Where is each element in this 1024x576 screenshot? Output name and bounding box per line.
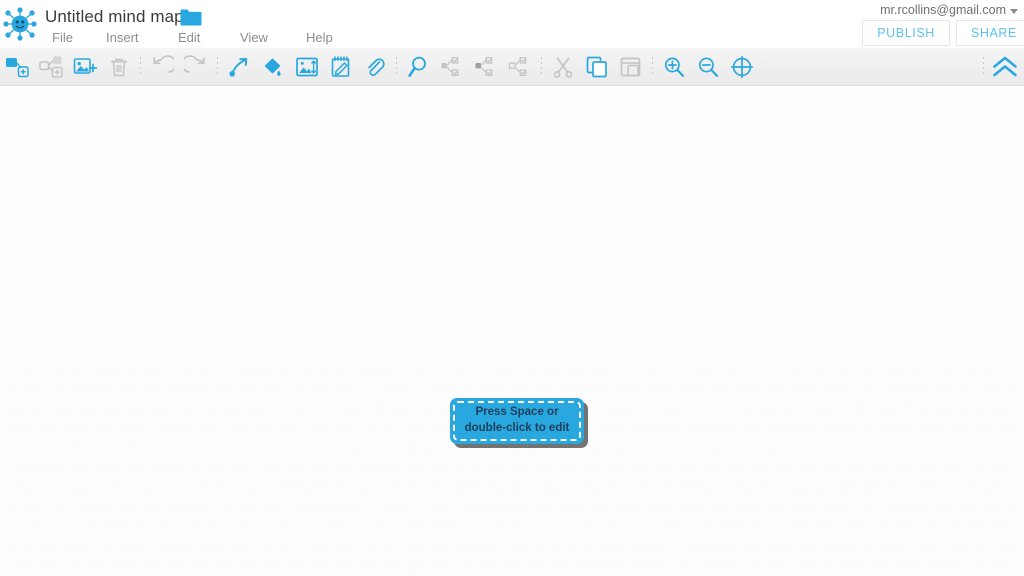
relationship-arrow-button[interactable]	[222, 50, 256, 84]
chevron-down-icon	[1010, 8, 1018, 14]
add-note-button[interactable]	[324, 50, 358, 84]
document-title[interactable]: Untitled mind map	[45, 7, 184, 27]
toolbar-separator	[983, 56, 984, 77]
mindmap-app-window: Untitled mind map File Insert Edit View …	[0, 0, 1024, 576]
menu-item-edit[interactable]: Edit	[170, 30, 232, 46]
undo-button[interactable]	[145, 50, 179, 84]
root-node-selection-border	[453, 401, 581, 441]
redo-button[interactable]	[179, 50, 213, 84]
menu-item-file[interactable]: File	[44, 30, 98, 46]
insert-image-button[interactable]	[68, 50, 102, 84]
toolbar-group-format	[222, 48, 392, 85]
folder-icon[interactable]	[180, 8, 202, 27]
share-button[interactable]: SHARE	[955, 20, 1024, 46]
paint-bucket-button[interactable]	[256, 50, 290, 84]
menu-item-insert[interactable]: Insert	[98, 30, 170, 46]
account-menu[interactable]: mr.rcollins@gmail.com	[880, 3, 1018, 17]
toolbar-group-zoom	[657, 48, 759, 85]
select-branch-tree-button[interactable]	[469, 50, 503, 84]
toolbar-separator	[541, 56, 542, 77]
toolbar-separator	[652, 56, 653, 77]
toolbar-group-history	[145, 48, 213, 85]
canvas-background-texture: mind root mind root mind root mind root …	[4, 354, 1019, 576]
center-map-button[interactable]	[725, 50, 759, 84]
mindmap-canvas[interactable]: mind root mind root mind root mind root …	[0, 86, 1024, 576]
double-chevron-up-icon[interactable]	[988, 50, 1022, 84]
publish-button[interactable]: PUBLISH	[862, 20, 950, 46]
copy-button[interactable]	[580, 50, 614, 84]
paste-button[interactable]	[614, 50, 648, 84]
search-button[interactable]	[401, 50, 435, 84]
image-resize-button[interactable]	[290, 50, 324, 84]
add-sibling-node-button[interactable]	[0, 50, 34, 84]
account-email-label: mr.rcollins@gmail.com	[880, 3, 1006, 17]
zoom-out-button[interactable]	[691, 50, 725, 84]
zoom-in-button[interactable]	[657, 50, 691, 84]
toolbar-separator	[217, 56, 218, 77]
main-toolbar	[0, 48, 1024, 86]
toolbar-group-select	[401, 48, 537, 85]
menu-item-help[interactable]: Help	[298, 30, 356, 46]
root-node-label: Press Space or double-click to edit	[464, 406, 570, 434]
root-node[interactable]: Press Space or double-click to edit	[450, 398, 584, 444]
main-menu-bar: File Insert Edit View Help	[44, 30, 356, 46]
select-siblings-tree-button[interactable]	[503, 50, 537, 84]
toolbar-group-clipboard	[546, 48, 648, 85]
toolbar-separator	[396, 56, 397, 77]
mindmap-mascot-icon[interactable]	[2, 6, 38, 42]
cut-button[interactable]	[546, 50, 580, 84]
select-all-tree-button[interactable]	[435, 50, 469, 84]
attach-link-button[interactable]	[358, 50, 392, 84]
toolbar-separator	[140, 56, 141, 77]
toolbar-group-nodes	[0, 48, 136, 85]
delete-node-button[interactable]	[102, 50, 136, 84]
add-child-node-button[interactable]	[34, 50, 68, 84]
header-actions: PUBLISH SHARE	[862, 20, 1024, 46]
app-header: Untitled mind map File Insert Edit View …	[0, 0, 1024, 48]
menu-item-view[interactable]: View	[232, 30, 298, 46]
